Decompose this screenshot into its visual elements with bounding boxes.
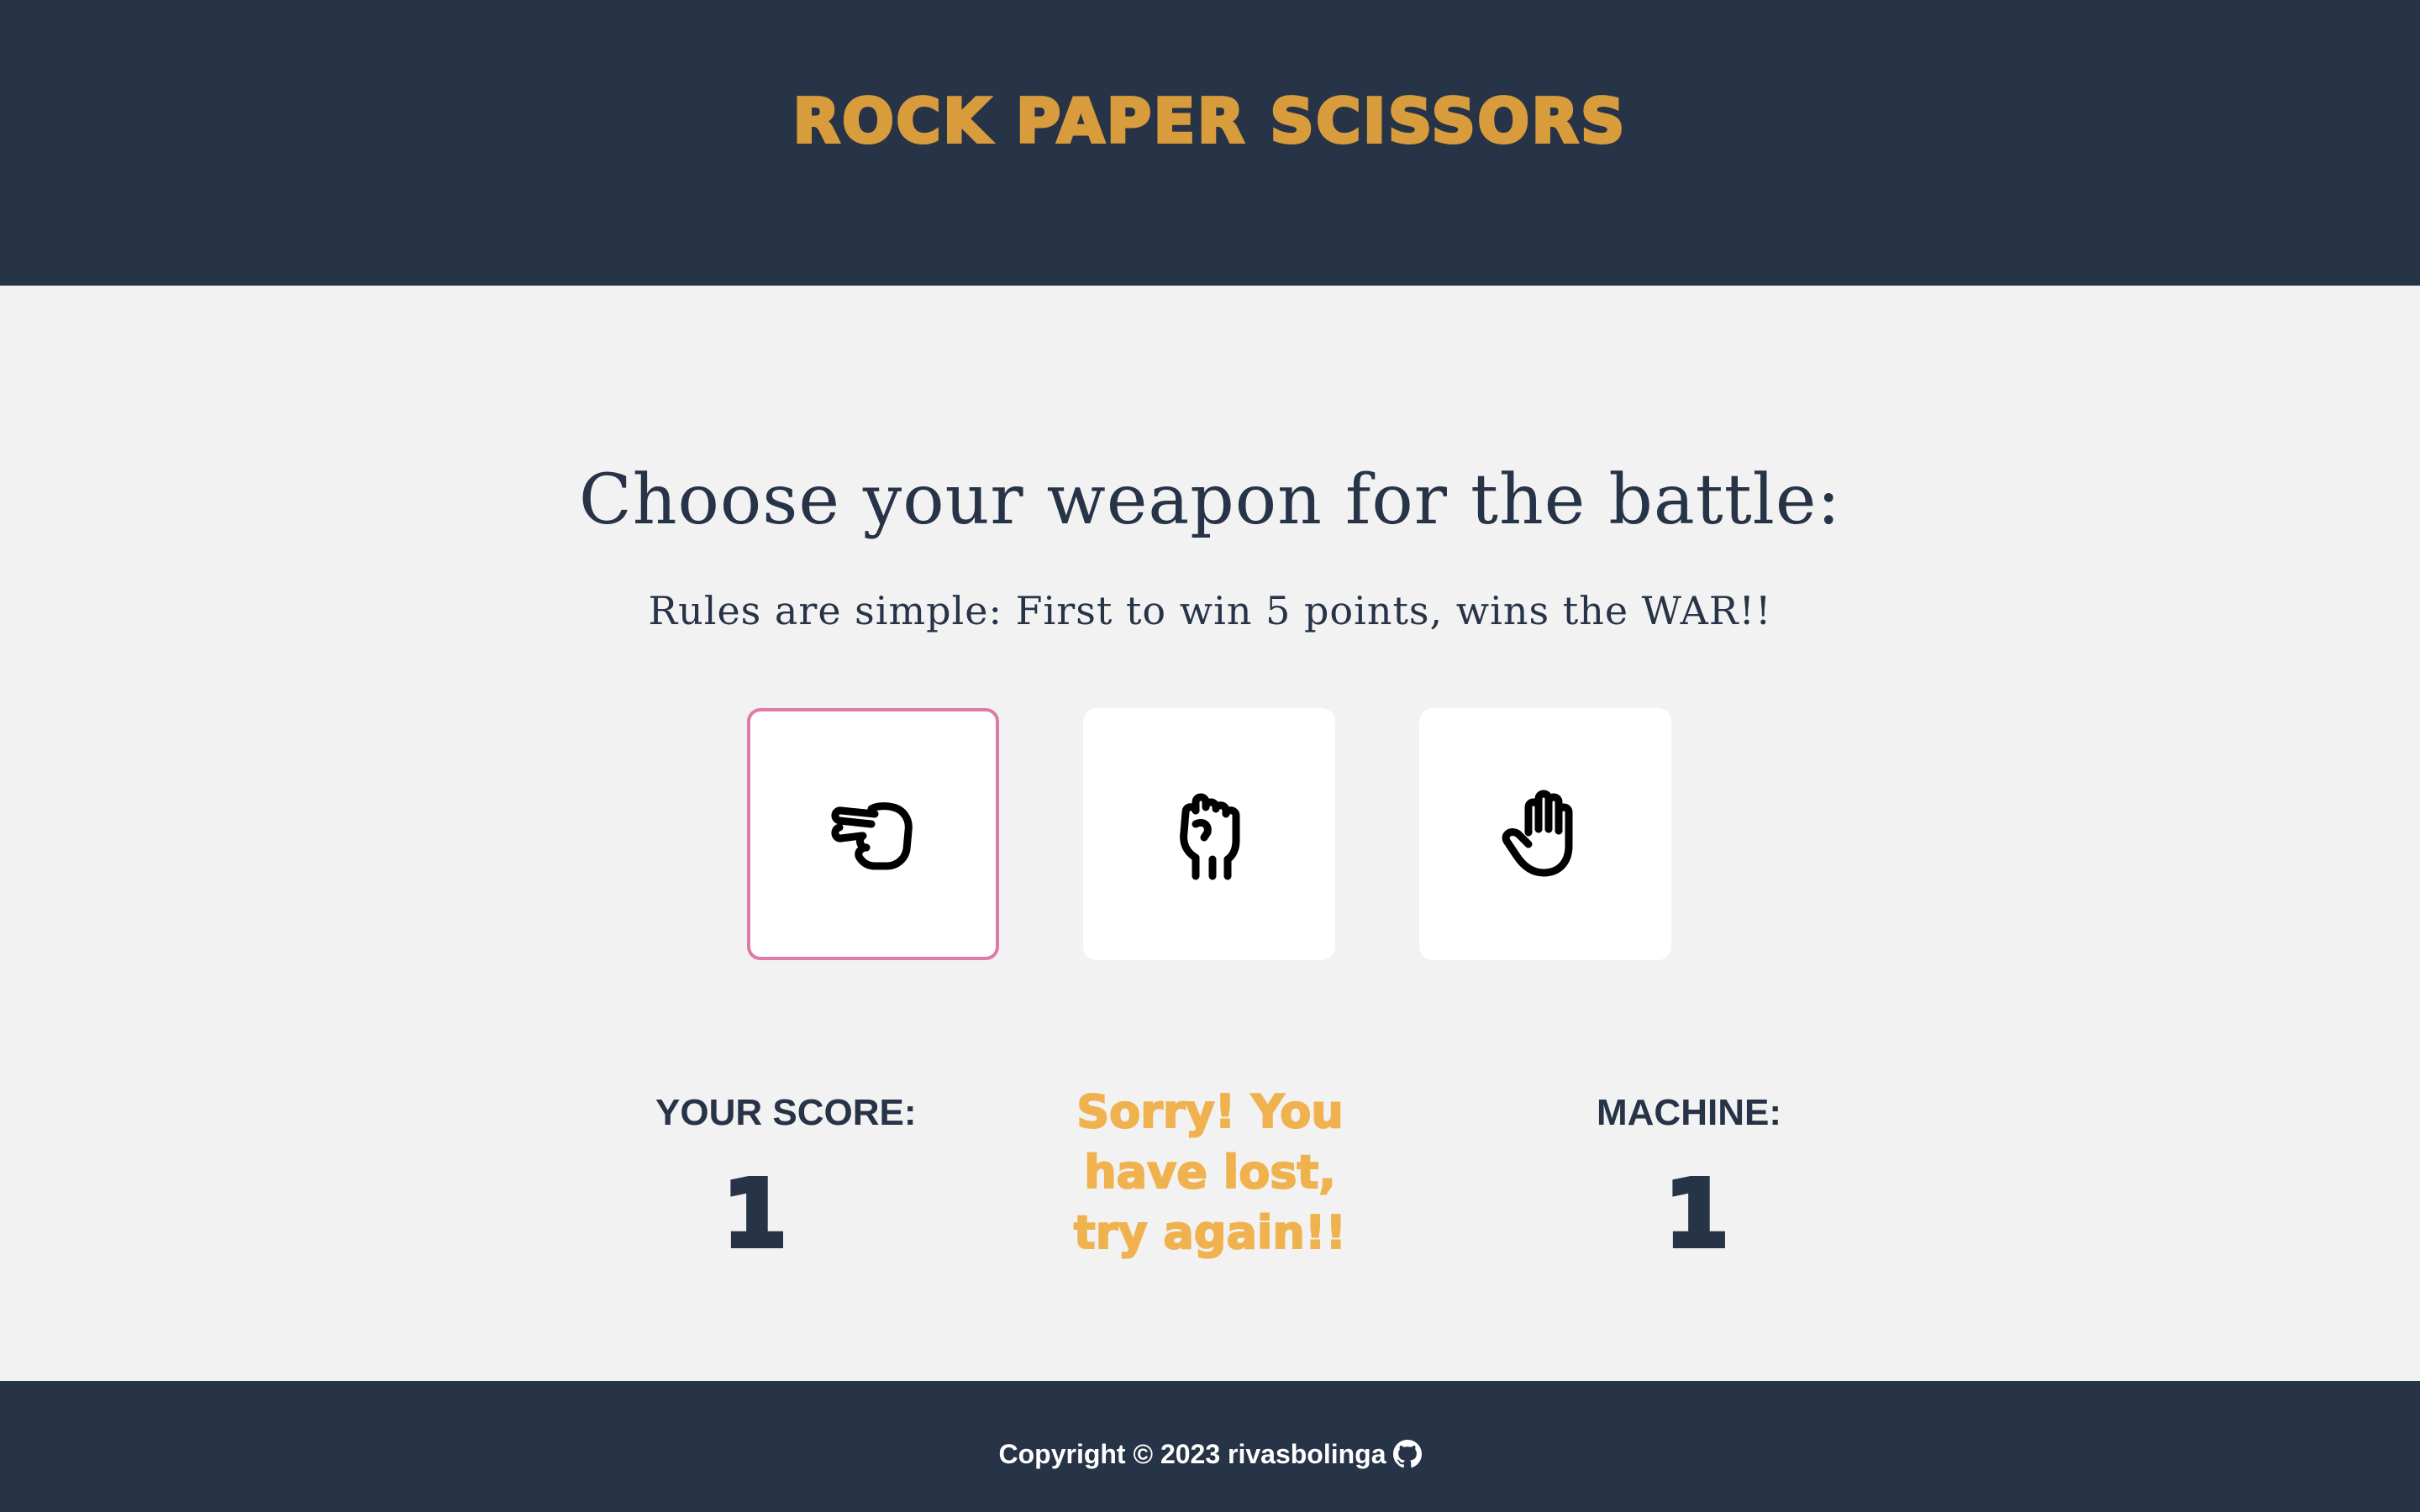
app-title: ROCK PAPER SCISSORS [792, 84, 1628, 158]
copyright-text: Copyright © 2023 rivasbolinga [998, 1438, 1386, 1469]
scissors-hand-icon [823, 782, 923, 886]
rock-fist-icon [1159, 782, 1260, 886]
copyright-line: Copyright © 2023 rivasbolinga [998, 1438, 1422, 1470]
choose-weapon-heading: Choose your weapon for the battle: [578, 460, 1842, 541]
scissors-button[interactable] [747, 708, 999, 960]
page-header: ROCK PAPER SCISSORS [0, 0, 2420, 286]
machine-score-label: MACHINE: [1597, 1092, 1781, 1133]
machine-score-value: 1 [1662, 1160, 1732, 1268]
rules-text: Rules are simple: First to win 5 points,… [648, 588, 1772, 633]
player-score-label: YOUR SCORE: [655, 1092, 917, 1133]
paper-hand-icon [1495, 782, 1596, 886]
github-icon[interactable] [1392, 1440, 1422, 1468]
rock-button[interactable] [1083, 708, 1335, 960]
page-footer: Copyright © 2023 rivasbolinga [0, 1381, 2420, 1512]
result-message: Sorry! You have lost, try again!! [1073, 1084, 1347, 1260]
paper-button[interactable] [1419, 708, 1671, 960]
weapon-choices [747, 708, 1671, 960]
player-score-value: 1 [720, 1160, 790, 1268]
